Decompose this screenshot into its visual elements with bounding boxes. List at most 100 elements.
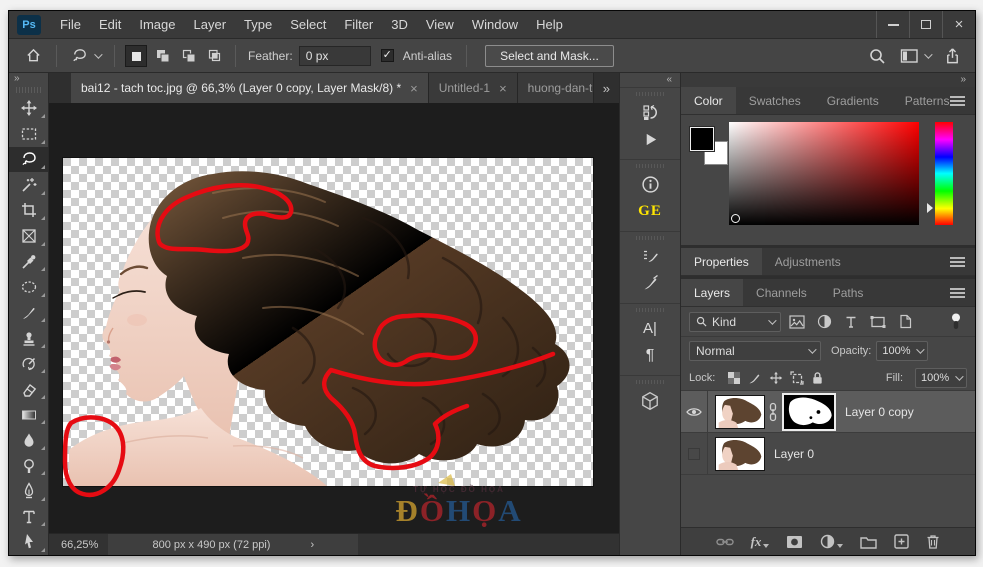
filter-shape-layers-button[interactable]	[867, 312, 889, 332]
menu-edit[interactable]: Edit	[90, 11, 130, 38]
tool-eraser[interactable]	[9, 376, 48, 402]
paragraph-panel-button[interactable]: ¶	[620, 342, 680, 369]
document-tab-huong-dan[interactable]: huong-dan-tach	[517, 73, 594, 103]
dock-grip[interactable]	[636, 236, 664, 240]
selection-mode-new-button[interactable]	[125, 44, 147, 67]
tool-eyedropper[interactable]	[9, 249, 48, 275]
color-field-cursor[interactable]	[731, 214, 740, 223]
opacity-field[interactable]: 100%	[876, 341, 929, 361]
hue-slider-arrow[interactable]	[927, 203, 933, 213]
tab-adjustments[interactable]: Adjustments	[762, 248, 854, 275]
workspace-switcher[interactable]	[900, 48, 933, 64]
tab-close-icon[interactable]: ×	[410, 81, 418, 96]
minimize-button[interactable]	[876, 11, 909, 38]
layer-name[interactable]: Layer 0 copy	[845, 405, 914, 419]
menu-window[interactable]: Window	[463, 11, 527, 38]
blend-mode-dropdown[interactable]: Normal	[689, 341, 821, 361]
select-and-mask-button[interactable]: Select and Mask...	[485, 44, 614, 67]
lock-artboard-button[interactable]	[790, 370, 804, 385]
info-panel-button[interactable]	[620, 171, 680, 198]
filter-pixel-layers-button[interactable]	[786, 312, 808, 332]
new-group-button[interactable]	[860, 535, 878, 549]
canvas-viewport[interactable]: TỰ HỌC ĐỒ HỌA ĐỒHỌA 66,25% 800 px x 490 …	[49, 103, 619, 555]
tool-move[interactable]	[9, 96, 48, 122]
menu-type[interactable]: Type	[235, 11, 281, 38]
saturation-brightness-field[interactable]	[729, 122, 919, 225]
dock-expand-button[interactable]: «	[620, 73, 680, 87]
tool-quick-selection[interactable]	[9, 172, 48, 198]
search-icon[interactable]	[868, 47, 886, 65]
tool-pen[interactable]	[9, 478, 48, 504]
tool-rectangular-marquee[interactable]	[9, 121, 48, 147]
layer-style-button[interactable]: fx	[751, 534, 770, 550]
new-layer-button[interactable]	[894, 534, 910, 549]
layer-thumbnail[interactable]	[715, 436, 765, 471]
tab-paths[interactable]: Paths	[820, 279, 877, 306]
document-tab-active[interactable]: bai12 - tach toc.jpg @ 66,3% (Layer 0 co…	[71, 73, 429, 103]
tab-layers[interactable]: Layers	[681, 279, 744, 306]
tab-properties[interactable]: Properties	[681, 248, 762, 275]
character-panel-button[interactable]: A|	[620, 315, 680, 342]
add-layer-mask-button[interactable]	[786, 535, 803, 549]
filter-smart-objects-button[interactable]	[894, 312, 916, 332]
zoom-level-field[interactable]: 66,25%	[49, 539, 108, 551]
layer-row-layer-0-copy[interactable]: Layer 0 copy	[681, 391, 975, 433]
tool-path-select[interactable]	[9, 529, 48, 555]
tool-frame[interactable]	[9, 223, 48, 249]
link-layers-button[interactable]	[715, 536, 734, 548]
document-canvas[interactable]	[49, 103, 619, 555]
tool-crop[interactable]	[9, 198, 48, 224]
lock-position-button[interactable]	[769, 371, 783, 385]
filter-type-layers-button[interactable]	[840, 312, 862, 332]
menu-select[interactable]: Select	[281, 11, 335, 38]
status-chevron-icon[interactable]: ›	[310, 539, 314, 551]
hue-slider[interactable]	[935, 122, 953, 225]
document-tab-untitled[interactable]: Untitled-1 ×	[428, 73, 518, 103]
tool-blur[interactable]	[9, 427, 48, 453]
new-adjustment-layer-button[interactable]	[820, 534, 844, 549]
tab-channels[interactable]: Channels	[743, 279, 820, 306]
panels-collapse-button[interactable]: »	[681, 73, 975, 87]
menu-filter[interactable]: Filter	[335, 11, 382, 38]
panel-menu-icon[interactable]	[950, 288, 965, 298]
tab-swatches[interactable]: Swatches	[736, 87, 814, 114]
filter-toggle-pin[interactable]	[945, 312, 967, 332]
tool-brush[interactable]	[9, 300, 48, 326]
panel-menu-icon[interactable]	[950, 96, 965, 106]
brush-settings-panel-button[interactable]	[620, 243, 680, 270]
layer-name[interactable]: Layer 0	[774, 447, 814, 461]
3d-panel-button[interactable]	[620, 387, 680, 414]
layer-row-layer-0[interactable]: Layer 0	[681, 433, 975, 475]
tab-overflow-button[interactable]: »	[594, 73, 619, 103]
visibility-toggle[interactable]	[681, 433, 708, 474]
menu-help[interactable]: Help	[527, 11, 572, 38]
home-button[interactable]	[19, 39, 48, 72]
lock-all-button[interactable]	[811, 371, 824, 385]
tab-color[interactable]: Color	[681, 87, 736, 114]
menu-view[interactable]: View	[417, 11, 463, 38]
toolbar-grip[interactable]	[16, 86, 41, 93]
close-button[interactable]: ×	[942, 11, 975, 38]
dock-grip[interactable]	[636, 92, 664, 96]
anti-alias-checkbox[interactable]: ✓	[380, 49, 394, 62]
selection-mode-intersect-button[interactable]	[203, 45, 225, 67]
history-panel-button[interactable]	[620, 99, 680, 126]
tool-preset-lasso[interactable]	[65, 39, 106, 72]
dock-grip[interactable]	[636, 308, 664, 312]
document-info-field[interactable]: 800 px x 490 px (72 ppi) ›	[108, 534, 359, 555]
selection-mode-subtract-button[interactable]	[177, 45, 199, 67]
filter-kind-dropdown[interactable]: Kind	[689, 311, 781, 332]
tool-history-brush[interactable]	[9, 351, 48, 377]
menu-3d[interactable]: 3D	[382, 11, 417, 38]
tool-gradient[interactable]	[9, 402, 48, 428]
tool-lasso[interactable]	[9, 146, 48, 173]
actions-panel-button[interactable]	[620, 126, 680, 153]
menu-file[interactable]: File	[51, 11, 90, 38]
lock-pixels-button[interactable]	[748, 371, 762, 385]
tool-dodge[interactable]	[9, 453, 48, 479]
tool-type[interactable]	[9, 504, 48, 530]
share-icon[interactable]	[944, 47, 961, 65]
lock-transparency-button[interactable]	[727, 371, 741, 385]
foreground-color-swatch[interactable]	[689, 126, 715, 152]
dock-grip[interactable]	[636, 164, 664, 168]
